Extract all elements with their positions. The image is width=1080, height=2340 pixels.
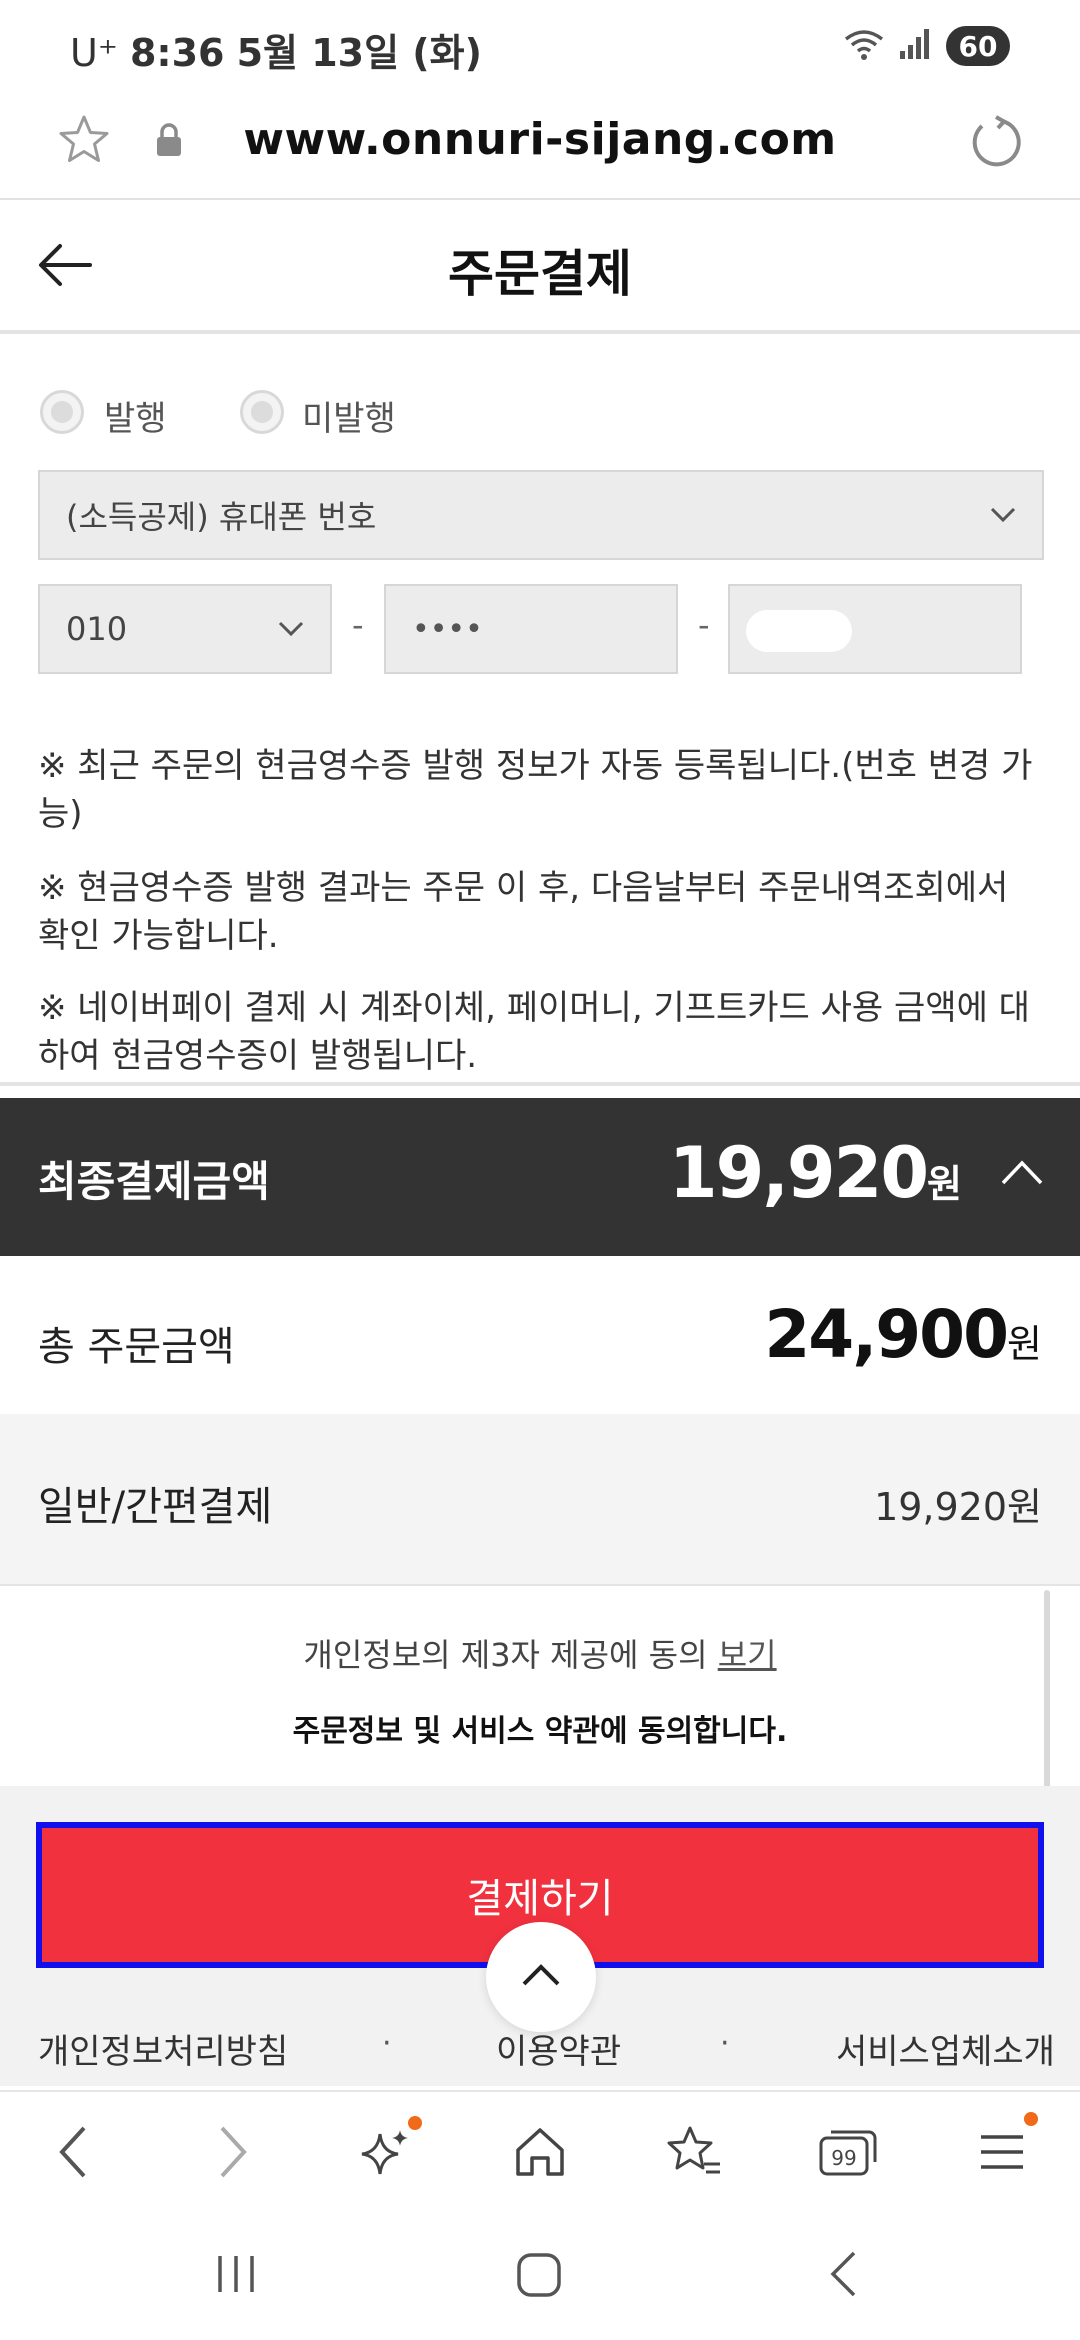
- sparkle-ai-icon[interactable]: [354, 2120, 418, 2184]
- wifi-icon: [844, 27, 884, 65]
- privacy-view-link[interactable]: 보기: [718, 1636, 777, 1674]
- browser-bottom-bar: 99: [0, 2090, 1080, 2212]
- payment-method-label: 일반/간편결제: [38, 1484, 273, 1530]
- tabs-icon[interactable]: 99: [816, 2120, 880, 2184]
- footer-dot: ·: [382, 2026, 392, 2061]
- system-back-icon[interactable]: [826, 2250, 860, 2302]
- privacy-consent-text: 개인정보의 제3자 제공에 동의: [303, 1636, 708, 1674]
- final-amount-label: 최종결제금액: [38, 1157, 270, 1206]
- status-time: 8:36: [129, 31, 225, 75]
- total-order-label: 총 주문금액: [38, 1324, 235, 1370]
- scroll-top-button[interactable]: [486, 1922, 596, 2032]
- phone-middle-value: ••••: [412, 611, 483, 647]
- status-bar: U⁺ 8:36 5월 13일 (화) 60: [0, 0, 1080, 96]
- receipt-note-1: ※ 최근 주문의 현금영수증 발행 정보가 자동 등록됩니다.(번호 변경 가능…: [38, 746, 1033, 834]
- battery-indicator: 60: [946, 26, 1010, 66]
- receipt-note-3: ※ 네이버페이 결제 시 계좌이체, 페이머니, 기프트카드 사용 금액에 대하…: [38, 988, 1030, 1076]
- phone-separator-2: -: [698, 606, 710, 644]
- total-order-number: 24,900: [764, 1296, 1009, 1373]
- page-title: 주문결제: [448, 245, 632, 303]
- phone-separator-1: -: [352, 606, 364, 644]
- payment-method-row: 일반/간편결제 19,920원: [0, 1414, 1080, 1586]
- phone-prefix-value: 010: [66, 610, 128, 648]
- receipt-type-select[interactable]: (소득공제) 휴대폰 번호: [38, 470, 1044, 560]
- radio-no-issue-label: 미발행: [302, 399, 396, 439]
- total-order-amount: 24,900원: [764, 1296, 1042, 1373]
- receipt-type-value: (소득공제) 휴대폰 번호: [66, 498, 377, 536]
- total-order-unit: 원: [1007, 1322, 1042, 1366]
- chevron-down-icon: [990, 472, 1016, 558]
- terms-agree-text: 주문정보 및 서비스 약관에 동의합니다.: [292, 1714, 788, 1749]
- final-amount-number: 19,920: [668, 1132, 929, 1214]
- menu-badge: [1024, 2112, 1038, 2126]
- privacy-consent-line: 개인정보의 제3자 제공에 동의 보기: [0, 1630, 1080, 1676]
- phone-prefix-select[interactable]: 010: [38, 584, 332, 674]
- home-icon[interactable]: [508, 2120, 572, 2184]
- url-text[interactable]: www.onnuri-sijang.com: [0, 114, 1080, 165]
- final-amount-bar[interactable]: 최종결제금액 19,920원: [0, 1098, 1080, 1256]
- radio-no-issue[interactable]: [240, 390, 284, 434]
- reload-icon[interactable]: [966, 112, 1026, 176]
- radio-issue[interactable]: [40, 390, 84, 434]
- footer-dot: ·: [720, 2026, 730, 2061]
- chevron-down-icon: [278, 586, 304, 672]
- payment-method-amount: 19,920원: [874, 1485, 1042, 1529]
- divider: [0, 1082, 1080, 1086]
- home-button-icon[interactable]: [516, 2252, 562, 2302]
- final-amount-unit: 원: [927, 1162, 962, 1206]
- phone-last-input[interactable]: [728, 584, 1022, 674]
- status-left: U⁺ 8:36 5월 13일 (화): [70, 22, 482, 77]
- status-date: 5월 13일 (화): [236, 31, 482, 75]
- chevron-up-icon: [521, 1963, 561, 1991]
- menu-icon[interactable]: [970, 2120, 1034, 2184]
- final-amount-value: 19,920원: [669, 1132, 962, 1214]
- recents-icon[interactable]: [214, 2254, 258, 2298]
- footer-terms-link[interactable]: 이용약관: [496, 2024, 621, 2073]
- footer-privacy-link[interactable]: 개인정보처리방침: [38, 2024, 288, 2073]
- notification-badge: [408, 2116, 422, 2130]
- browser-url-bar: www.onnuri-sijang.com: [0, 96, 1080, 200]
- phone-middle-input[interactable]: ••••: [384, 584, 678, 674]
- page-header: 주문결제: [0, 200, 1080, 334]
- system-nav-bar: [0, 2212, 1080, 2340]
- agreement-section: 개인정보의 제3자 제공에 동의 보기 주문정보 및 서비스 약관에 동의합니다…: [0, 1586, 1080, 1786]
- forward-icon[interactable]: [200, 2120, 264, 2184]
- redacted-value: [746, 610, 852, 652]
- carrier-label: U⁺: [70, 31, 118, 75]
- back-icon[interactable]: [42, 2120, 106, 2184]
- receipt-note-2: ※ 현금영수증 발행 결과는 주문 이 후, 다음날부터 주문내역조회에서 확인…: [38, 868, 1009, 956]
- status-right: 60: [844, 26, 1010, 66]
- bookmarks-star-icon[interactable]: [662, 2120, 726, 2184]
- footer-company-link[interactable]: 서비스업체소개: [836, 2024, 1055, 2073]
- signal-icon: [898, 27, 932, 65]
- radio-issue-label: 발행: [104, 399, 167, 439]
- tabs-count: 99: [831, 2146, 856, 2170]
- chevron-up-icon[interactable]: [1000, 1158, 1044, 1190]
